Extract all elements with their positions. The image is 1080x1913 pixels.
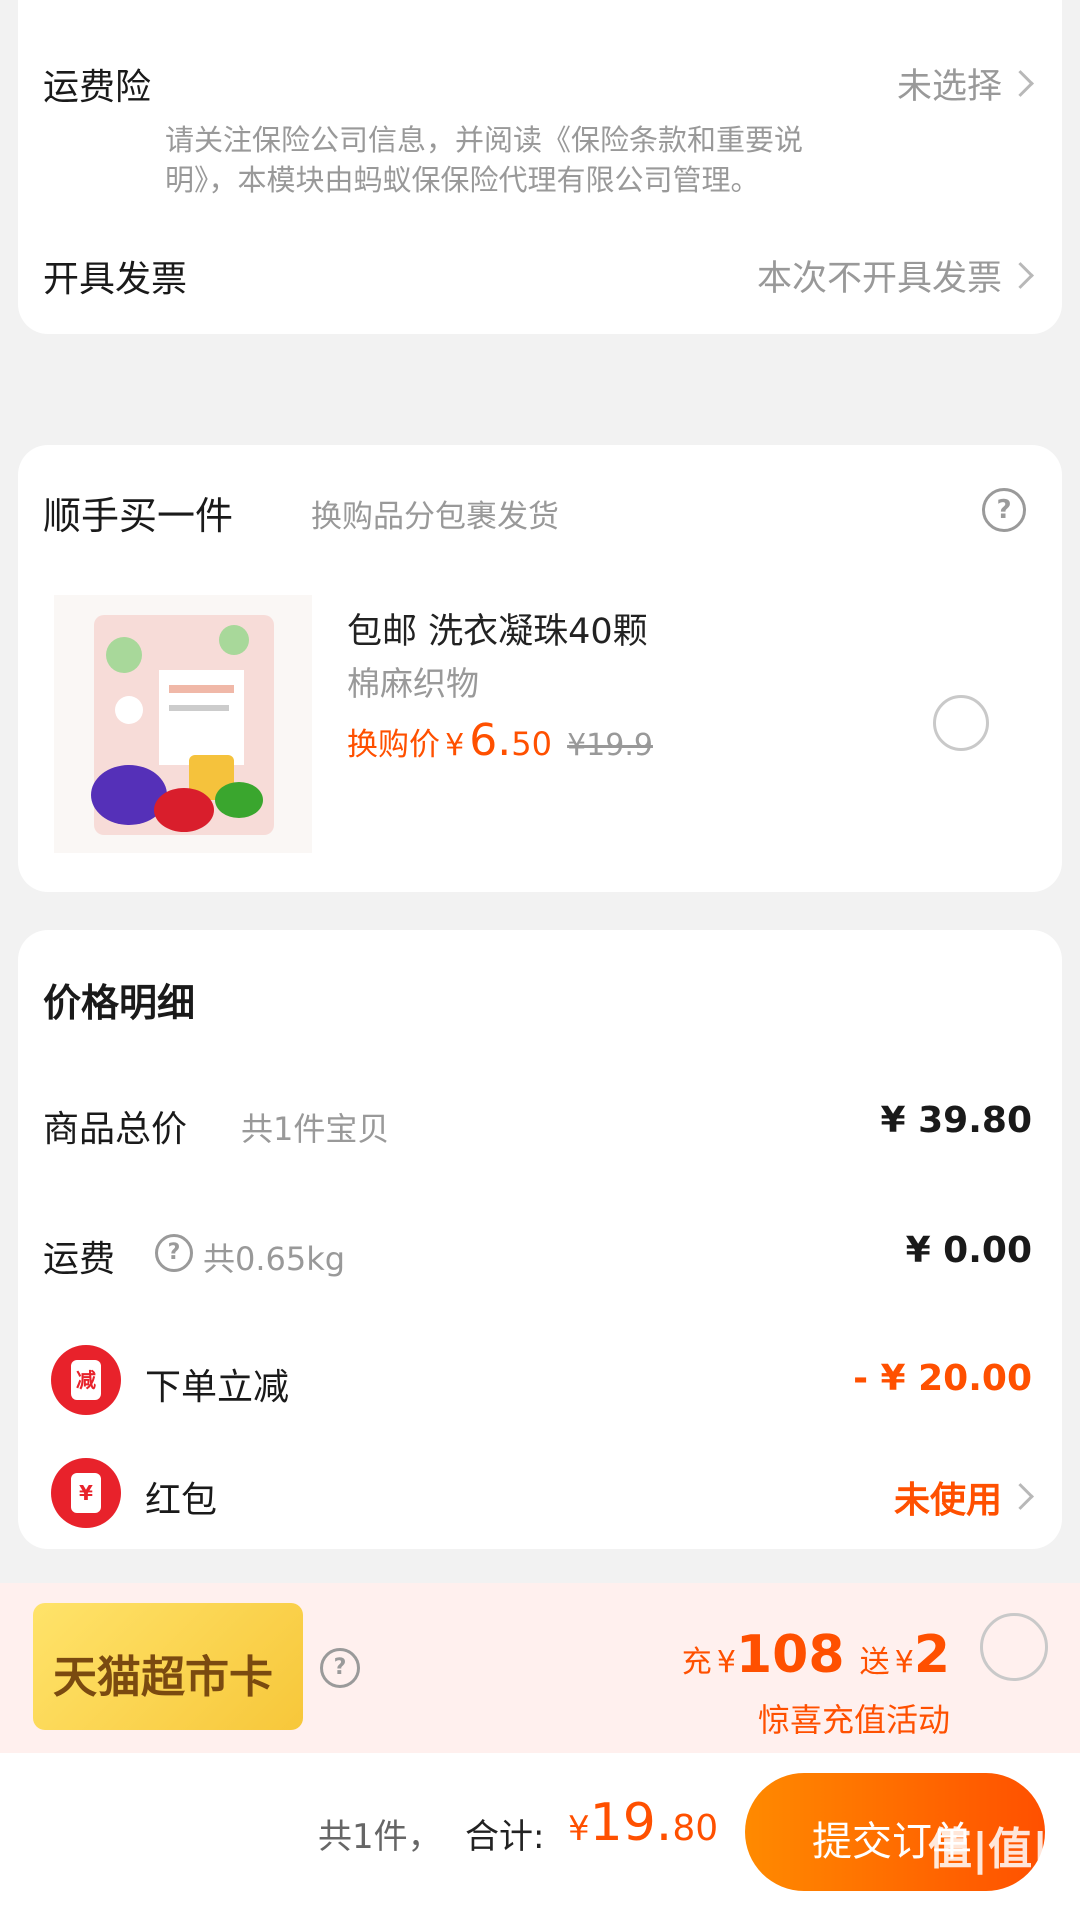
price-currency: ¥ — [445, 728, 465, 763]
item-count: 共1件， — [318, 1817, 442, 1857]
red-packet-row[interactable]: ¥ 红包 未使用 — [18, 1455, 1062, 1531]
charge-label: 充 — [681, 1645, 712, 1680]
chevron-right-icon — [1007, 1483, 1034, 1510]
price-detail-title: 价格明细 — [43, 981, 196, 1025]
product-spec: 棉麻织物 — [347, 664, 479, 703]
goods-total-value: ¥ 39.80 — [880, 1100, 1032, 1141]
product-name: 包邮 洗衣凝珠40颗 — [347, 612, 648, 652]
watermark-logo: 值|值|值 — [928, 1824, 1080, 1875]
product-image — [54, 595, 312, 853]
gift-label: 送 — [859, 1645, 890, 1680]
total-currency: ¥ — [568, 1809, 590, 1849]
price-label: 换购价 — [347, 727, 440, 763]
total-price: ¥19.80 — [568, 1793, 718, 1853]
goods-total-label: 商品总价 — [43, 1109, 188, 1150]
instant-discount-label: 下单立减 — [145, 1367, 290, 1408]
invoice-label: 开具发票 — [43, 259, 188, 300]
chevron-right-icon — [1007, 262, 1034, 289]
gift-currency: ¥ — [894, 1645, 914, 1680]
discount-badge-icon: 减 — [51, 1345, 121, 1415]
question-icon[interactable]: ? — [155, 1234, 193, 1272]
discount-badge-text: 减 — [71, 1360, 101, 1400]
price-decimal: 50 — [511, 725, 552, 763]
insurance-notice-line: 明》，本模块由蚂蚁保保险代理有限公司管理。 — [165, 163, 760, 197]
recharge-activity: 惊喜充值活动 — [757, 1701, 950, 1739]
charge-currency: ¥ — [716, 1645, 736, 1680]
question-icon[interactable]: ? — [982, 488, 1026, 532]
tmall-card-name: 天猫超市卡 — [53, 1652, 273, 1703]
shipping-insurance-value: 未选择 — [896, 67, 1002, 107]
invoice-value: 本次不开具发票 — [756, 259, 1002, 299]
charge-amount: 108 — [735, 1625, 845, 1685]
price-integer: 6. — [469, 715, 512, 766]
shipping-insurance-row[interactable]: 运费险 未选择 — [18, 40, 1062, 120]
tmall-card-badge: 天猫超市卡 — [33, 1603, 303, 1730]
total-integer: 19. — [589, 1793, 673, 1853]
shipping-fee-value: ¥ 0.00 — [905, 1230, 1032, 1271]
addon-card: 顺手买一件 换购品分包裹发货 ? 包邮 洗衣凝珠40颗 棉麻织物 换购价 ¥ 6… — [18, 445, 1062, 892]
total-label: 合计: — [465, 1817, 545, 1857]
addon-product[interactable]: 包邮 洗衣凝珠40颗 棉麻织物 换购价 ¥ 6.50 ¥19.9 — [18, 595, 1062, 865]
checkout-bar: 共1件， 合计: ¥19.80 提交订单 值|值|值 — [0, 1753, 1080, 1913]
instant-discount-row: 减 下单立减 - ¥ 20.00 — [18, 1342, 1062, 1418]
price-detail-card: 价格明细 商品总价 共1件宝贝 ¥ 39.80 运费 ? 共0.65kg ¥ 0… — [18, 930, 1062, 1549]
red-packet-icon: ¥ — [51, 1458, 121, 1528]
tmall-card-banner: 天猫超市卡 ? 充 ¥108 送 ¥2 惊喜充值活动 — [0, 1583, 1080, 1753]
shipping-weight: 共0.65kg — [203, 1240, 346, 1278]
gift-amount: 2 — [913, 1625, 950, 1685]
red-packet-label: 红包 — [145, 1480, 218, 1521]
chevron-right-icon — [1007, 70, 1034, 97]
original-price: ¥19.9 — [567, 728, 653, 763]
product-image-graphic — [91, 615, 274, 835]
tmall-card-select-radio[interactable] — [980, 1613, 1048, 1681]
shipping-insurance-label: 运费险 — [43, 67, 152, 108]
red-packet-badge-text: ¥ — [71, 1473, 101, 1513]
red-packet-value: 未使用 — [893, 1480, 1002, 1521]
addon-title: 顺手买一件 — [43, 494, 234, 538]
product-price: 换购价 ¥ 6.50 ¥19.9 — [347, 715, 653, 766]
goods-count: 共1件宝贝 — [241, 1110, 390, 1148]
insurance-notice: 请关注保险公司信息，并阅读《保险条款和重要说 明》，本模块由蚂蚁保保险代理有限公… — [165, 120, 803, 200]
goods-total-row: 商品总价 共1件宝贝 ¥ 39.80 — [18, 1090, 1062, 1160]
question-icon[interactable]: ? — [320, 1648, 360, 1688]
shipping-fee-row: 运费 ? 共0.65kg ¥ 0.00 — [18, 1220, 1062, 1290]
invoice-row[interactable]: 开具发票 本次不开具发票 — [18, 232, 1062, 312]
shipping-fee-label: 运费 — [43, 1239, 116, 1280]
addon-subtitle: 换购品分包裹发货 — [311, 499, 559, 535]
instant-discount-value: - ¥ 20.00 — [853, 1358, 1032, 1399]
addon-select-radio[interactable] — [933, 695, 989, 751]
recharge-offer: 充 ¥108 送 ¥2 — [682, 1625, 950, 1685]
total-decimal: 80 — [672, 1808, 719, 1849]
insurance-notice-line: 请关注保险公司信息，并阅读《保险条款和重要说 — [165, 123, 804, 157]
options-card: 运费险 未选择 请关注保险公司信息，并阅读《保险条款和重要说 明》，本模块由蚂蚁… — [18, 0, 1062, 334]
